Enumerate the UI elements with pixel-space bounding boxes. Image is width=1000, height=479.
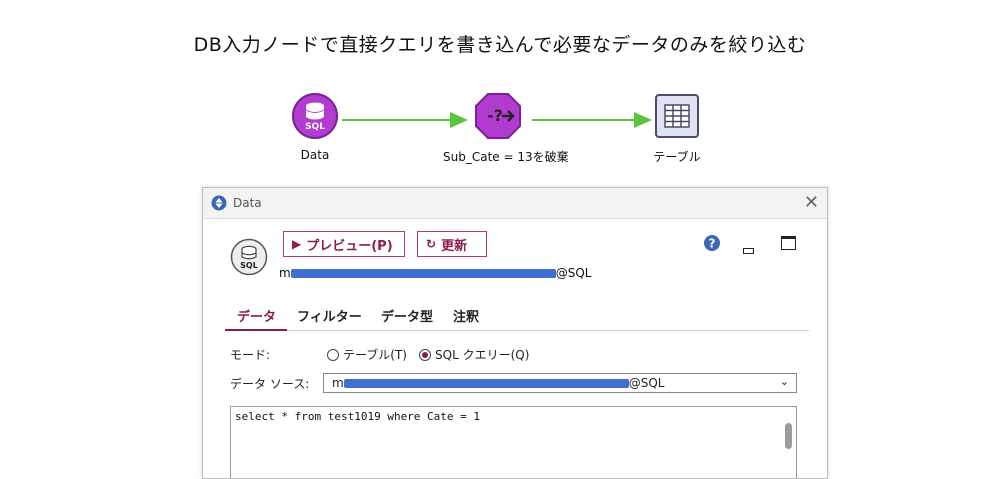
connection-prefix: m xyxy=(279,266,291,280)
datasource-label: データ ソース: xyxy=(230,377,310,391)
redacted-connection xyxy=(290,269,556,278)
redacted-datasource xyxy=(343,379,629,388)
tab-filter[interactable]: フィルター xyxy=(297,306,362,325)
tab-annotation[interactable]: 注釈 xyxy=(453,306,479,325)
page-title: DB入力ノードで直接クエリを書き込んで必要なデータのみを絞り込む xyxy=(193,34,807,56)
refresh-button-label: 更新 xyxy=(441,238,468,254)
select-filter-icon: -? xyxy=(475,93,521,139)
dialog-titlebar[interactable]: Data ✕ xyxy=(203,188,827,219)
chevron-down-icon[interactable]: ⌄ xyxy=(780,375,789,388)
svg-text:?: ? xyxy=(709,237,716,251)
help-icon[interactable]: ? xyxy=(704,235,720,251)
datasource-prefix: m xyxy=(332,376,344,390)
radio-circle-selected xyxy=(419,348,431,361)
svg-text:SQL: SQL xyxy=(305,122,325,132)
dialog-title: Data xyxy=(233,196,262,210)
scrollbar-thumb[interactable] xyxy=(785,423,792,449)
dialog-tabs: データ フィルター データ型 注釈 xyxy=(225,300,809,331)
node-label: Sub_Cate = 13を破棄 xyxy=(443,150,569,164)
node-label: テーブル xyxy=(653,150,701,164)
tab-data-type[interactable]: データ型 xyxy=(381,306,433,325)
mode-sql-query-radio[interactable]: SQL クエリー(Q) xyxy=(419,346,529,363)
table-icon xyxy=(655,94,699,138)
sql-query-editor[interactable]: select * from test1019 where Cate = 1 xyxy=(230,406,797,478)
connection-suffix: @SQL xyxy=(555,266,592,280)
active-tab-indicator xyxy=(225,329,287,331)
preview-button-label: プレビュー(P) xyxy=(306,238,393,254)
datasource-suffix: @SQL xyxy=(628,376,665,390)
node-table[interactable]: テーブル xyxy=(622,92,732,165)
mode-table-radio[interactable]: テーブル(T) xyxy=(327,346,407,363)
minimize-icon[interactable] xyxy=(743,248,754,254)
datasource-select[interactable]: m @SQL ⌄ xyxy=(323,373,797,393)
preview-button[interactable]: ▶ プレビュー(P) xyxy=(283,231,405,257)
radio-circle xyxy=(327,348,339,361)
node-label: Data xyxy=(300,148,330,162)
radio-label: SQL クエリー(Q) xyxy=(435,348,530,362)
stream-canvas: SQL Data -? Sub_Cate = 13を破棄 テーブル xyxy=(0,80,1000,180)
tab-data[interactable]: データ xyxy=(237,306,276,325)
maximize-icon[interactable] xyxy=(781,236,796,250)
connection-string: m @SQL xyxy=(279,266,591,280)
mode-label: モード: xyxy=(230,348,271,362)
close-icon[interactable]: ✕ xyxy=(804,192,819,213)
database-sql-icon: SQL xyxy=(230,238,268,276)
sql-query-text: select * from test1019 where Cate = 1 xyxy=(235,410,481,423)
refresh-button[interactable]: ↻ 更新 xyxy=(417,231,487,257)
svg-text:SQL: SQL xyxy=(240,261,258,270)
node-select[interactable]: -? Sub_Cate = 13を破棄 xyxy=(443,92,569,165)
radio-label: テーブル(T) xyxy=(343,348,407,362)
node-data[interactable]: SQL Data xyxy=(260,92,370,162)
app-diamond-icon xyxy=(211,195,227,211)
refresh-icon: ↻ xyxy=(426,237,437,251)
database-sql-icon: SQL xyxy=(292,93,338,139)
play-icon: ▶ xyxy=(292,237,302,251)
svg-text:-?: -? xyxy=(487,106,503,125)
data-node-dialog: Data ✕ SQL ▶ プレビュー(P) ↻ 更新 ? m @SQL データ フ… xyxy=(202,187,828,479)
